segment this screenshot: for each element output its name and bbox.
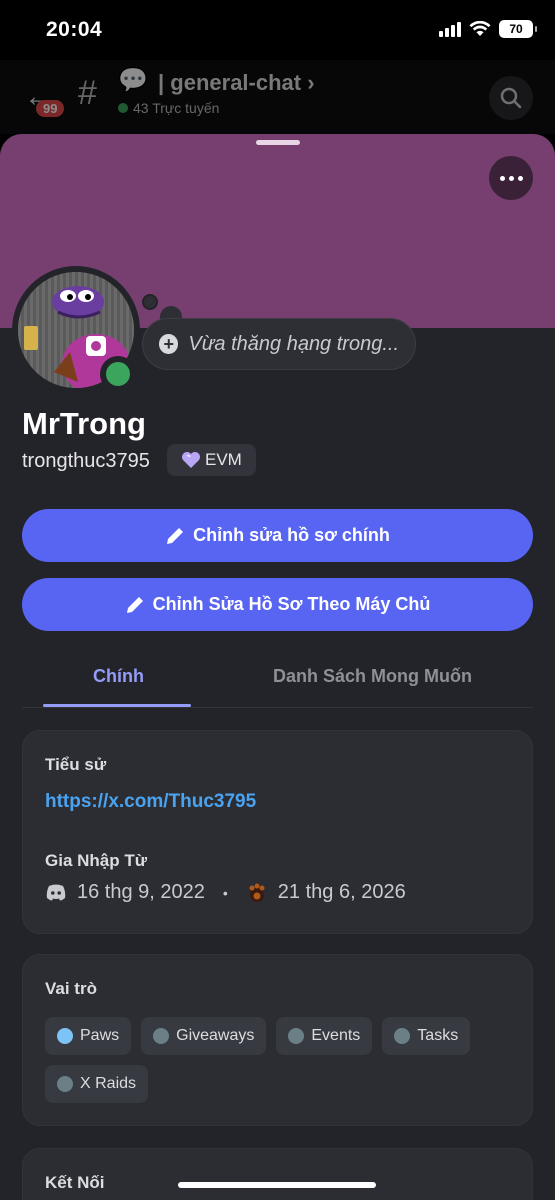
member-since-label: Gia Nhập Từ (45, 851, 148, 870)
roles-label: Vai trò (45, 979, 97, 998)
roles-card: Vai trò Paws Giveaways Events Tasks X Ra… (22, 954, 533, 1126)
wifi-icon (469, 21, 491, 36)
custom-status-bubble[interactable]: + Vừa thăng hạng trong... (142, 318, 416, 370)
member-since-row: 16 thg 9, 2022 • 21 thg 6, 2026 (45, 881, 406, 904)
username[interactable]: trongthuc3795 (22, 450, 150, 473)
edit-server-profile-button[interactable]: Chỉnh Sửa Hồ Sơ Theo Máy Chủ (22, 578, 533, 631)
server-join-date: 21 thg 6, 2026 (277, 881, 406, 903)
role-name: Paws (80, 1027, 120, 1044)
profile-sheet: + Vừa thăng hạng trong... MrTrong trongt… (0, 134, 555, 1200)
role-color-dot (57, 1076, 73, 1092)
role-chip[interactable]: Events (276, 1017, 373, 1055)
profile-tabs: Chính Danh Sách Mong Muốn (22, 654, 533, 708)
online-count: 43 Trực tuyến (118, 100, 219, 116)
role-color-dot (57, 1028, 73, 1044)
edit-server-profile-label: Chỉnh Sửa Hồ Sơ Theo Máy Chủ (152, 594, 431, 614)
bio-card: Tiểu sử https://x.com/Thuc3795 Gia Nhập … (22, 730, 533, 934)
role-chip[interactable]: Tasks (382, 1017, 471, 1055)
speech-bubble-icon: 💬 (118, 67, 148, 94)
edit-main-profile-button[interactable]: Chỉnh sửa hồ sơ chính (22, 509, 533, 562)
pencil-icon (126, 596, 143, 613)
custom-status-text: Vừa thăng hạng trong... (188, 332, 399, 355)
server-tag-chip[interactable]: EVM (167, 444, 256, 476)
role-color-dot (288, 1028, 305, 1044)
add-icon: + (159, 334, 179, 354)
connections-label: Kết Nối (45, 1173, 105, 1192)
heart-icon (182, 452, 200, 468)
battery-icon: 70 (499, 20, 537, 38)
search-button[interactable] (489, 76, 533, 120)
connections-card: Kết Nối (22, 1148, 533, 1200)
bio-label: Tiểu sử (45, 755, 107, 774)
role-chip[interactable]: X Raids (45, 1065, 149, 1103)
channel-name[interactable]: | general-chat › (158, 70, 315, 96)
status-bar: 20:04 70 (0, 0, 555, 60)
status-icons: 70 (439, 20, 537, 38)
active-tab-indicator (43, 704, 191, 707)
role-chip[interactable]: Paws (45, 1017, 132, 1055)
role-name: Events (311, 1027, 361, 1044)
sheet-grabber[interactable] (256, 140, 300, 145)
hash-icon: # (78, 74, 97, 112)
online-dot-icon (118, 103, 128, 113)
signal-icon (439, 21, 461, 37)
channel-name-text: general-chat (170, 70, 302, 95)
channel-header: ← 99 # 💬 | general-chat › 43 Trực tuyến (0, 60, 555, 134)
status-time: 20:04 (46, 18, 103, 41)
role-chip[interactable]: Giveaways (141, 1017, 267, 1055)
server-tag-text: EVM (205, 450, 242, 469)
more-options-button[interactable] (489, 156, 533, 200)
home-indicator[interactable] (178, 1182, 376, 1188)
discord-icon (46, 884, 66, 901)
display-name: MrTrong (22, 406, 146, 441)
separator-dot: • (222, 884, 228, 901)
presence-indicator (100, 356, 136, 392)
thought-bubble-dot (142, 294, 158, 310)
role-name: Tasks (417, 1027, 459, 1044)
server-icon (249, 883, 265, 902)
pencil-icon (167, 527, 184, 544)
discord-join-date: 16 thg 9, 2022 (77, 881, 205, 903)
role-name: Giveaways (176, 1027, 255, 1044)
role-color-dot (153, 1028, 170, 1044)
tab-main[interactable]: Chính (93, 666, 144, 687)
more-dots-icon (499, 175, 505, 181)
online-count-text: 43 Trực tuyến (133, 100, 220, 116)
roles-list: Paws Giveaways Events Tasks X Raids (45, 1017, 515, 1103)
online-status-icon (106, 362, 130, 386)
edit-main-profile-label: Chỉnh sửa hồ sơ chính (193, 525, 390, 545)
bio-link[interactable]: https://x.com/Thuc3795 (45, 791, 256, 813)
unread-badge: 99 (36, 100, 65, 117)
tab-wishlist[interactable]: Danh Sách Mong Muốn (273, 666, 472, 687)
role-name: X Raids (80, 1075, 137, 1092)
search-icon (500, 87, 522, 109)
role-color-dot (394, 1028, 411, 1044)
